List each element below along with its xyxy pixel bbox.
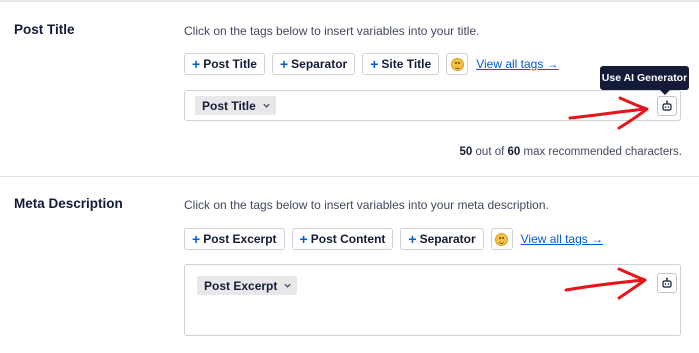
meta-description-editor[interactable]: Post Excerpt <box>184 264 681 336</box>
tag-label: Post Excerpt <box>203 232 277 246</box>
plus-icon: + <box>370 56 379 72</box>
plus-icon: + <box>192 231 201 247</box>
char-count-max: 60 <box>507 146 521 158</box>
robot-icon <box>661 277 673 289</box>
meta-description-label: Meta Description <box>14 196 123 211</box>
tag-button-post-excerpt[interactable]: + Post Excerpt <box>184 228 285 250</box>
ai-generator-button[interactable] <box>657 96 677 116</box>
plus-icon: + <box>192 56 201 72</box>
tag-button-separator[interactable]: + Separator <box>271 53 356 75</box>
post-title-label: Post Title <box>14 22 75 37</box>
top-border <box>0 0 699 2</box>
editor-tag-pill[interactable]: Post Excerpt <box>197 276 298 295</box>
tag-button-post-title[interactable]: + Post Title <box>184 53 265 75</box>
emoji-icon <box>495 232 509 246</box>
character-count: 50 out of 60 max recommended characters. <box>460 146 682 158</box>
tag-label: Site Title <box>381 57 432 71</box>
view-all-tags-link[interactable]: View all tags → <box>476 57 558 71</box>
post-title-tag-row: + Post Title + Separator + Site Title Vi… <box>184 53 559 75</box>
char-count-suffix: max recommended characters. <box>520 146 682 158</box>
char-count-current: 50 <box>459 146 473 158</box>
meta-description-tag-row: + Post Excerpt + Post Content + Separato… <box>184 228 603 250</box>
plus-icon: + <box>299 231 308 247</box>
editor-tag-pill[interactable]: Post Title <box>195 96 276 115</box>
emoji-button[interactable] <box>490 228 513 250</box>
ai-generator-button[interactable] <box>657 273 677 293</box>
tag-label: Separator <box>291 57 348 71</box>
ai-generator-tooltip: Use AI Generator <box>600 66 689 95</box>
tag-label: Separator <box>419 232 476 246</box>
tag-button-post-content[interactable]: + Post Content <box>291 228 394 250</box>
editor-tag-label: Post Excerpt <box>204 278 278 293</box>
post-title-editor[interactable]: Post Title <box>184 90 681 121</box>
emoji-button[interactable] <box>446 53 469 75</box>
tag-label: Post Content <box>310 232 386 246</box>
view-all-tags-link[interactable]: View all tags → <box>521 232 603 246</box>
tag-label: Post Title <box>203 57 257 71</box>
plus-icon: + <box>408 231 417 247</box>
meta-description-instruction: Click on the tags below to insert variab… <box>184 198 549 212</box>
plus-icon: + <box>279 56 289 72</box>
char-count-middle: out of <box>472 146 508 158</box>
editor-tag-label: Post Title <box>202 98 256 113</box>
chevron-down-icon[interactable] <box>261 100 272 111</box>
robot-icon <box>661 100 673 112</box>
emoji-icon <box>450 57 464 71</box>
tag-button-separator[interactable]: + Separator <box>400 228 484 250</box>
post-title-instruction: Click on the tags below to insert variab… <box>184 24 480 38</box>
section-divider <box>0 176 699 177</box>
chevron-down-icon[interactable] <box>282 280 293 291</box>
tag-button-site-title[interactable]: + Site Title <box>362 53 440 75</box>
